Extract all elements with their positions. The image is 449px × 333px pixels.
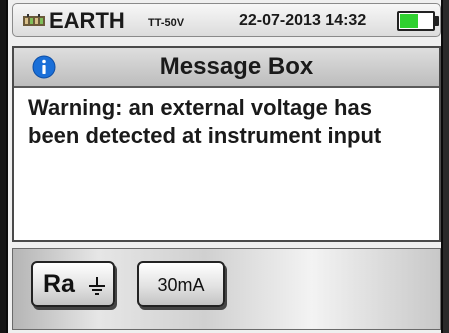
meter-icon [23, 14, 45, 26]
current-button-label: 30mA [157, 275, 205, 295]
ground-icon [89, 277, 105, 295]
message-box: Message Box Warning: an external voltage… [12, 46, 441, 242]
app-mode: TT-50V [148, 17, 185, 29]
message-box-title: Message Box [159, 53, 314, 80]
softkey-bar: Ra 30mA [12, 248, 441, 330]
display-screen: EARTH TT-50V 22-07-2013 14:32 Message Bo… [6, 0, 443, 333]
ra-button-label: Ra [43, 270, 75, 298]
current-30ma-button[interactable]: 30mA [137, 261, 225, 307]
status-bar: EARTH TT-50V 22-07-2013 14:32 [12, 3, 441, 37]
ra-earth-button[interactable]: Ra [31, 261, 115, 307]
battery-icon [397, 11, 435, 31]
battery-level-fill [400, 14, 418, 28]
message-line-1: Warning: an external voltage has [28, 95, 372, 120]
message-box-header: Message Box [14, 48, 439, 88]
app-title: EARTH [49, 8, 125, 33]
message-line-2: been detected at instrument input [28, 123, 382, 148]
message-text: Warning: an external voltage has been de… [28, 94, 438, 150]
date-time: 22-07-2013 14:32 [239, 12, 367, 29]
instrument-frame: EARTH TT-50V 22-07-2013 14:32 Message Bo… [0, 0, 449, 333]
battery-tip [435, 16, 439, 26]
